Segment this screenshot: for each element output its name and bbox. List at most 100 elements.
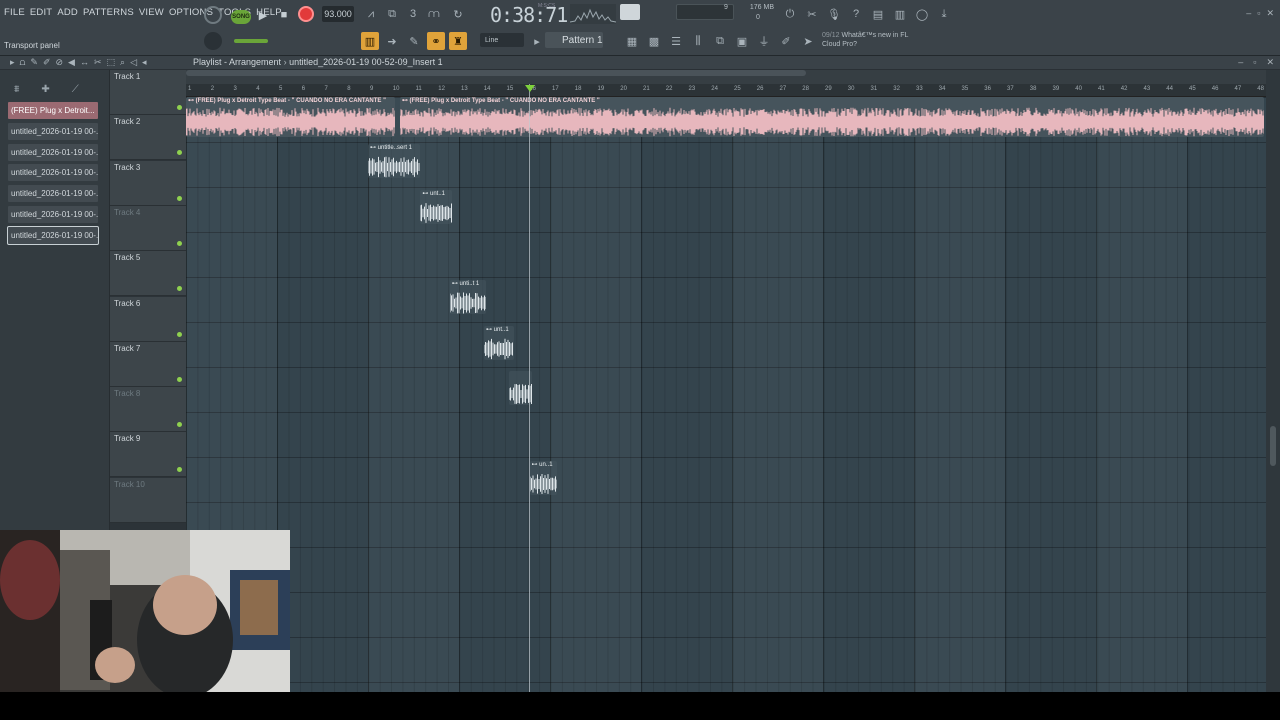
stop-button[interactable]: ■ [277,7,291,23]
track-led[interactable] [177,105,182,110]
track-led[interactable] [177,286,182,292]
cut-icon[interactable]: ✂ [803,5,821,23]
picker-edit-icon[interactable]: ⟋ [72,84,79,95]
select-tool-icon[interactable]: ⬚ [107,57,116,68]
news-panel[interactable]: 09/12 Whatâ€™s new in FL Cloud Pro? [822,31,926,49]
prev-icon[interactable]: ◂ [142,57,147,68]
track-led[interactable] [177,240,182,246]
timeline-overview[interactable] [186,70,1266,84]
track-header[interactable]: Track 9 [110,432,186,478]
volume-slider[interactable] [234,39,268,43]
track-header[interactable]: Track 4 [110,205,186,251]
magnet-icon[interactable]: ⩍ [20,57,26,68]
send-icon[interactable]: ➤ [799,32,817,50]
clipboard-icon[interactable]: ▣ [733,32,751,50]
brush-tool-icon[interactable]: ✐ [43,57,51,68]
mute-tool-icon[interactable]: ◀ [68,57,75,68]
slip-tool-icon[interactable]: ↔ [80,57,89,68]
wait-input-icon[interactable]: ⧉ [383,5,401,23]
picker-add-icon[interactable]: ✚ [41,84,49,95]
picker-item[interactable]: untitled_2026-01-19 00-... [8,143,98,161]
draw-icon[interactable]: ✎ [405,32,423,50]
playlist-minimize-icon[interactable]: – [1238,57,1243,68]
playlist-close-icon[interactable]: ✕ [1266,57,1274,68]
menu-patterns[interactable]: PATTERNS [83,7,134,18]
track-led[interactable] [177,150,182,156]
delete-tool-icon[interactable]: ⊘ [55,57,63,68]
help-icon[interactable]: ? [847,5,865,23]
metronome-icon[interactable]: ⩘ [362,5,380,23]
plugin-icon[interactable]: ▥ [891,5,909,23]
minimize-icon[interactable]: – [1246,8,1251,19]
play-button[interactable]: ▶ [255,7,271,23]
snap-dropdown[interactable]: Line [480,33,524,47]
browser-icon[interactable]: ⧉ [711,32,729,50]
picker-item[interactable]: (FREE) Plug x Detroit... [8,102,98,119]
track-led[interactable] [177,195,182,201]
pencil-icon[interactable]: ✎ [30,57,38,68]
channel-rack-icon[interactable]: ▩ [645,32,663,50]
playhead-line[interactable] [529,84,530,692]
track-header[interactable]: Track 8 [110,387,186,433]
picker-item[interactable]: untitled_2026-01-19 00-... [8,122,98,140]
countdown-icon[interactable]: 3 [404,5,422,23]
track-led[interactable] [177,422,182,428]
chat-icon[interactable]: ◯ [913,5,931,23]
picker-item[interactable]: untitled_2026-01-19 00-... [7,225,99,245]
export-icon[interactable]: ⤓ [935,5,953,23]
track-header[interactable]: Track 6 [110,296,186,342]
arrow-right-icon[interactable]: ▸ [10,57,15,68]
playback-tool-icon[interactable]: ◁ [130,57,137,68]
piano-roll-icon[interactable]: ▥ [361,32,379,50]
song-mode-toggle[interactable]: SONG [231,10,251,24]
plug-icon[interactable]: ⏚ [755,32,773,50]
picker-item[interactable]: untitled_2026-01-19 00-... [8,164,98,182]
stamp-icon[interactable]: ♜ [449,32,467,50]
vertical-scrollbar[interactable] [1266,126,1280,720]
slice-tool-icon[interactable]: ✂ [94,57,102,68]
track-header[interactable]: Track 7 [110,341,186,387]
save-icon[interactable]: ▤ [869,5,887,23]
pattern-nav-icon[interactable]: ▸ [528,32,546,50]
vertical-scroll-thumb[interactable] [1270,426,1276,466]
track-header[interactable]: Track 2 [110,115,186,161]
playlist-icon[interactable]: ▦ [623,32,641,50]
close-icon[interactable]: ✕ [1266,8,1274,19]
picker-item[interactable]: untitled_2026-01-19 00-... [8,206,98,223]
loop-record-icon[interactable]: ↻ [449,5,467,23]
power-icon[interactable]: ⏻ [781,5,799,23]
audio-clip[interactable]: ⊷ unti..t 1 [449,280,487,315]
audio-clip[interactable]: ⊷ unt..1 [484,325,514,360]
audio-clip[interactable]: ⊷ (FREE) Plug x Detroit Type Beat - " CU… [186,97,396,137]
pattern-selector[interactable]: Pattern 1 [545,32,603,48]
record-button[interactable] [298,6,314,22]
equalizer-icon[interactable]: ⫼ [689,32,707,50]
audio-clip[interactable]: ⊷ untitle..sert 1 [368,144,421,179]
master-pitch-knob[interactable] [204,6,222,24]
mixer-icon[interactable]: ☰ [667,32,685,50]
track-header[interactable]: Track 10 [110,477,186,523]
picker-item[interactable]: untitled_2026-01-19 00-... [8,185,98,203]
playlist-maximize-icon[interactable]: ▫ [1253,57,1256,68]
audio-clip[interactable]: ⊷ un..1 [529,461,557,496]
track-header[interactable]: Track 1 [110,70,186,115]
menu-edit[interactable]: EDIT [30,7,52,18]
menu-view[interactable]: VIEW [139,7,164,18]
tempo-display[interactable]: 93.000 [322,6,354,22]
track-header[interactable]: Track 3 [110,160,186,206]
next-icon[interactable]: ➜ [383,32,401,50]
link-icon[interactable]: ⚭ [427,32,445,50]
track-led[interactable] [177,376,182,382]
menu-file[interactable]: FILE [4,7,25,18]
timeline-scrollbar[interactable] [186,70,806,76]
time-display[interactable]: 0:38:71 [490,3,568,27]
picker-view-icon[interactable]: ⩩ [14,84,19,95]
zoom-tool-icon[interactable]: ⌕ [120,57,125,68]
track-header[interactable]: Track 5 [110,251,186,297]
main-volume-knob[interactable] [204,32,222,50]
audio-clip[interactable]: ⊷ unt..1 [420,189,453,224]
maximize-icon[interactable]: ▫ [1257,8,1260,19]
step-edit-icon[interactable]: ⩋ [425,5,443,23]
brush-icon[interactable]: ✐ [777,32,795,50]
track-led[interactable] [177,331,182,337]
